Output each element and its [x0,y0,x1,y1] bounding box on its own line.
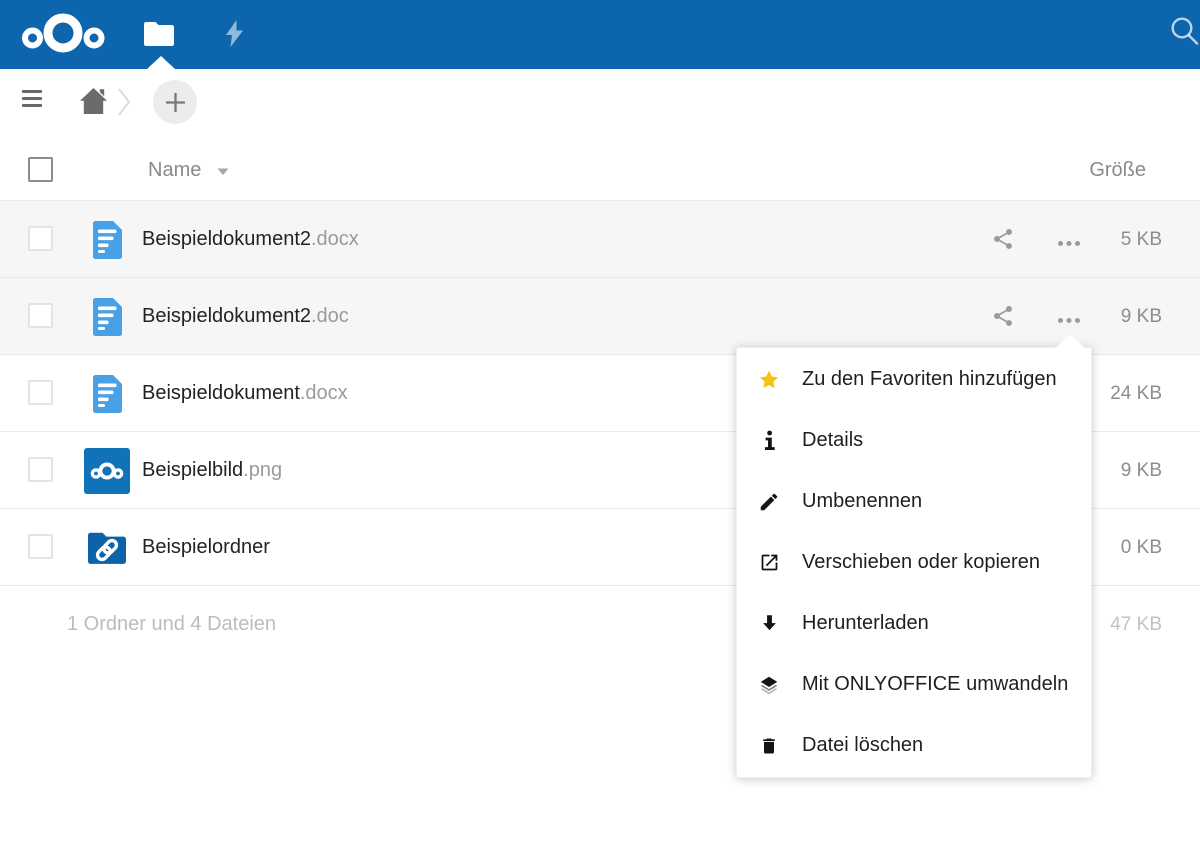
file-size: 9 KB [1121,278,1162,355]
context-menu-item[interactable]: Umbenennen [737,471,1091,532]
file-row[interactable]: Beispieldokument2.doc 9 KB [0,278,1200,355]
file-name[interactable]: Beispielordner [142,509,270,586]
menu-pointer [1055,335,1085,348]
home-icon[interactable] [80,88,107,114]
file-actions-context-menu: Zu den Favoriten hinzufügen Details Umbe… [736,347,1092,778]
context-menu-item[interactable]: Mit ONLYOFFICE umwandeln [737,654,1091,715]
row-checkbox[interactable] [28,303,53,328]
layers-icon [758,674,780,696]
more-dots-icon[interactable] [1057,312,1081,321]
context-menu-item[interactable]: Zu den Favoriten hinzufügen [737,349,1091,410]
file-size: 5 KB [1121,201,1162,278]
file-table-header: Name Größe [0,140,1200,201]
share-icon[interactable] [991,304,1015,328]
activity-app-lightning-icon[interactable] [226,20,243,47]
context-menu-item[interactable]: Verschieben oder kopieren [737,532,1091,593]
file-size: 0 KB [1121,509,1162,586]
context-menu-item[interactable]: Herunterladen [737,593,1091,654]
nextcloud-logo-icon[interactable] [21,11,107,55]
word-document-icon [84,371,130,417]
word-document-icon [84,217,130,263]
file-name[interactable]: Beispieldokument2.docx [142,201,359,278]
file-size: 9 KB [1121,432,1162,509]
pencil-icon [758,491,780,513]
summary-label: 1 Ordner und 4 Dateien [67,586,276,663]
search-icon[interactable] [1170,15,1200,45]
top-bar [0,0,1200,69]
file-name[interactable]: Beispieldokument2.doc [142,278,349,355]
select-all-checkbox[interactable] [28,157,53,182]
row-checkbox[interactable] [28,380,53,405]
move-icon [758,552,780,574]
hamburger-icon[interactable] [22,90,42,107]
row-checkbox[interactable] [28,457,53,482]
row-checkbox[interactable] [28,534,53,559]
file-size: 24 KB [1110,355,1162,432]
nextcloud-image-icon [84,448,130,494]
name-column-label: Name [148,159,201,181]
chevron-right-icon [117,87,131,117]
new-plus-button[interactable] [153,80,197,124]
info-icon [758,430,780,452]
shared-folder-icon [84,525,130,571]
row-checkbox[interactable] [28,226,53,251]
file-row[interactable]: Beispieldokument2.docx 5 KB [0,201,1200,278]
sort-caret-down-icon [216,140,230,201]
file-name[interactable]: Beispieldokument.docx [142,355,348,432]
context-menu-item[interactable]: Details [737,410,1091,471]
files-app-folder-icon[interactable] [144,22,174,46]
file-name[interactable]: Beispielbild.png [142,432,282,509]
context-menu-item[interactable]: Datei löschen [737,715,1091,776]
word-document-icon [84,294,130,340]
share-icon[interactable] [991,227,1015,251]
download-icon [758,613,780,635]
plus-icon [165,92,186,113]
nextcloud-files-page: Name Größe Beispieldokument2.docx 5 KB B… [0,0,1200,866]
more-dots-icon[interactable] [1057,235,1081,244]
trash-icon [758,735,780,757]
star-icon [758,369,780,391]
summary-size: 47 KB [1110,586,1162,663]
column-header-name[interactable]: Name [148,140,230,201]
size-column-label: Größe [1089,159,1146,181]
active-app-pointer [147,56,175,69]
breadcrumb-bar [0,69,1200,140]
column-header-size[interactable]: Größe [1089,140,1146,201]
